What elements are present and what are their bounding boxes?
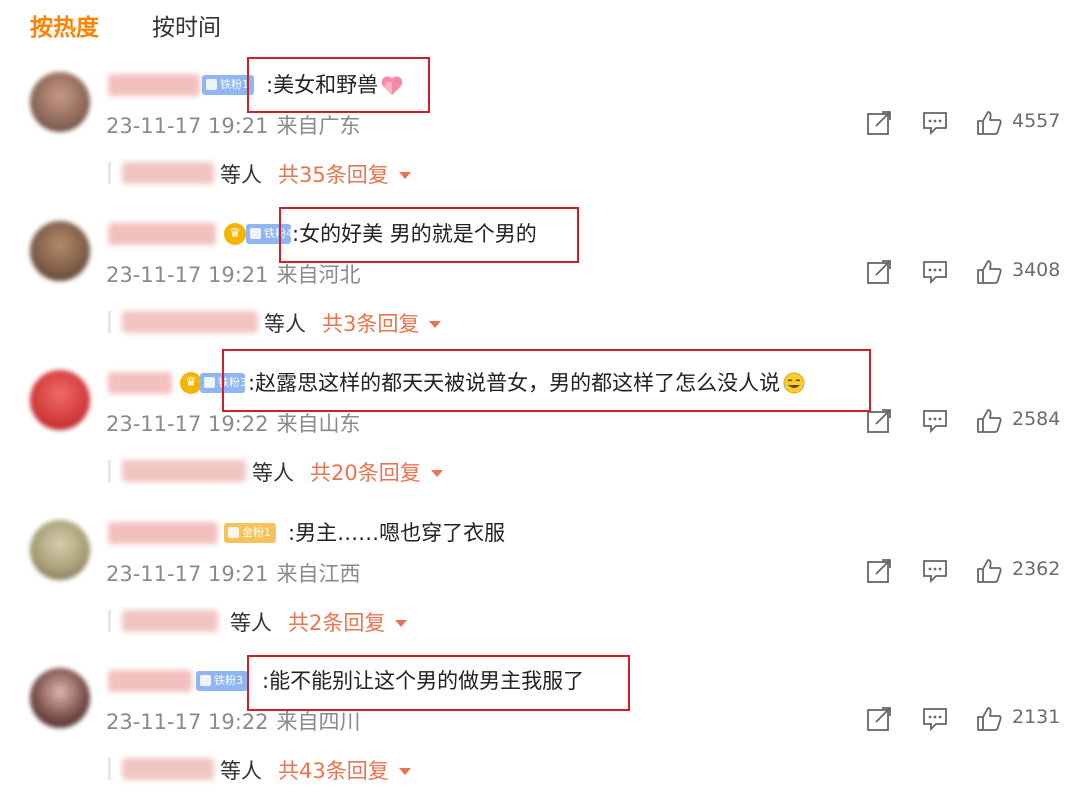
reply-others-label: 等人 <box>230 611 272 635</box>
highlight-box <box>247 57 430 113</box>
username[interactable] <box>108 223 216 245</box>
comment-actions: 4557 <box>866 110 1066 140</box>
share-icon[interactable] <box>866 408 892 434</box>
comment-time: 23-11-17 19:21 <box>106 562 269 586</box>
reply-divider <box>108 610 111 632</box>
like-count: 4557 <box>1012 110 1061 132</box>
reply-usernames[interactable] <box>122 610 218 632</box>
crown-icon: ♛ <box>224 223 246 245</box>
like-icon[interactable] <box>976 558 1002 584</box>
comment-location: 来自江西 <box>276 562 361 586</box>
username[interactable] <box>108 522 218 544</box>
diamond-icon <box>204 377 215 388</box>
reply-divider <box>108 162 111 184</box>
reply-others-label: 等人 <box>264 312 306 336</box>
highlight-box <box>247 655 630 711</box>
comment-actions: 2362 <box>866 558 1066 588</box>
reply-usernames[interactable] <box>122 460 246 482</box>
comment-icon[interactable] <box>922 706 948 732</box>
diamond-icon <box>206 79 217 90</box>
reply-usernames[interactable] <box>122 758 214 780</box>
comment-item: ♛ 铁粉4 :女的好美 男的就是个男的 23-11-17 19:21 来自河北 3… <box>0 207 1080 365</box>
comment-meta: 23-11-17 19:21 来自广东 <box>106 110 369 140</box>
like-icon[interactable] <box>976 259 1002 285</box>
comment-time: 23-11-17 19:21 <box>106 114 269 138</box>
username[interactable] <box>108 74 200 96</box>
reply-count-link[interactable]: 共3条回复 <box>322 308 442 338</box>
crown-icon <box>228 527 239 538</box>
like-icon[interactable] <box>976 110 1002 136</box>
reply-others-label: 等人 <box>220 163 262 187</box>
comment-icon[interactable] <box>922 558 948 584</box>
caret-down-icon <box>398 172 411 179</box>
fan-badge: 铁粉3 <box>196 671 248 691</box>
diamond-icon <box>250 228 261 239</box>
avatar[interactable] <box>30 668 90 728</box>
comment-location: 来自山东 <box>276 412 361 436</box>
comment-actions: 2584 <box>866 408 1066 438</box>
gold-fan-badge: 金粉1 <box>224 523 276 543</box>
caret-down-icon <box>395 620 408 627</box>
comment-time: 23-11-17 19:22 <box>106 412 269 436</box>
comment-location: 来自河北 <box>276 263 361 287</box>
comment-actions: 2131 <box>866 706 1066 736</box>
comment-time: 23-11-17 19:22 <box>106 710 269 734</box>
diamond-icon <box>200 675 211 686</box>
reply-usernames[interactable] <box>122 162 214 184</box>
reply-others-label: 等人 <box>252 461 294 485</box>
share-icon[interactable] <box>866 706 892 732</box>
share-icon[interactable] <box>866 259 892 285</box>
comment-item: 铁粉3 :能不能别让这个男的做男主我服了 23-11-17 19:22 来自四川 … <box>0 655 1080 812</box>
avatar[interactable] <box>30 72 90 132</box>
comment-time: 23-11-17 19:21 <box>106 263 269 287</box>
reply-others-label: 等人 <box>220 759 262 783</box>
highlight-box <box>279 207 579 263</box>
highlight-box <box>222 349 871 412</box>
like-count: 3408 <box>1012 259 1061 281</box>
comment-item: ♛ 铁粉32 :赵露思这样的都天天被说普女，男的都这样了怎么没人说 23-11-… <box>0 349 1080 514</box>
avatar[interactable] <box>30 520 90 580</box>
comment-meta: 23-11-17 19:21 来自河北 <box>106 259 369 289</box>
comment-icon[interactable] <box>922 259 948 285</box>
comment-actions: 3408 <box>866 259 1066 289</box>
reply-count-link[interactable]: 共20条回复 <box>310 457 443 487</box>
reply-divider <box>108 311 111 333</box>
comment-item: 金粉1 :男主……嗯也穿了衣服 23-11-17 19:21 来自江西 2362 … <box>0 514 1080 664</box>
avatar[interactable] <box>30 370 90 430</box>
tab-sort-by-hot[interactable]: 按热度 <box>30 8 99 42</box>
reply-count-link[interactable]: 共43条回复 <box>278 755 411 785</box>
username[interactable] <box>108 372 172 394</box>
comment-meta: 23-11-17 19:21 来自江西 <box>106 558 369 588</box>
reply-count-link[interactable]: 共2条回复 <box>288 607 408 637</box>
crown-icon: ♛ <box>180 372 202 394</box>
comment-item: 铁粉1 :美女和野兽 23-11-17 19:21 来自广东 4557 等人 共3… <box>0 57 1080 216</box>
share-icon[interactable] <box>866 558 892 584</box>
reply-divider <box>108 460 111 482</box>
caret-down-icon <box>430 470 443 477</box>
username[interactable] <box>108 670 192 692</box>
caret-down-icon <box>429 321 442 328</box>
like-count: 2362 <box>1012 558 1061 580</box>
like-count: 2584 <box>1012 408 1061 430</box>
caret-down-icon <box>398 768 411 775</box>
reply-usernames[interactable] <box>122 311 258 333</box>
tab-sort-by-time[interactable]: 按时间 <box>152 8 221 42</box>
reply-divider <box>108 758 111 780</box>
share-icon[interactable] <box>866 110 892 136</box>
comment-location: 来自广东 <box>276 114 361 138</box>
comment-meta: 23-11-17 19:22 来自四川 <box>106 706 369 736</box>
comment-text: :男主……嗯也穿了衣服 <box>288 521 506 545</box>
avatar[interactable] <box>30 221 90 281</box>
reply-count-link[interactable]: 共35条回复 <box>278 159 411 189</box>
like-icon[interactable] <box>976 408 1002 434</box>
like-count: 2131 <box>1012 706 1061 728</box>
comment-meta: 23-11-17 19:22 来自山东 <box>106 408 369 438</box>
like-icon[interactable] <box>976 706 1002 732</box>
comment-icon[interactable] <box>922 110 948 136</box>
comment-icon[interactable] <box>922 408 948 434</box>
comment-location: 来自四川 <box>276 710 361 734</box>
